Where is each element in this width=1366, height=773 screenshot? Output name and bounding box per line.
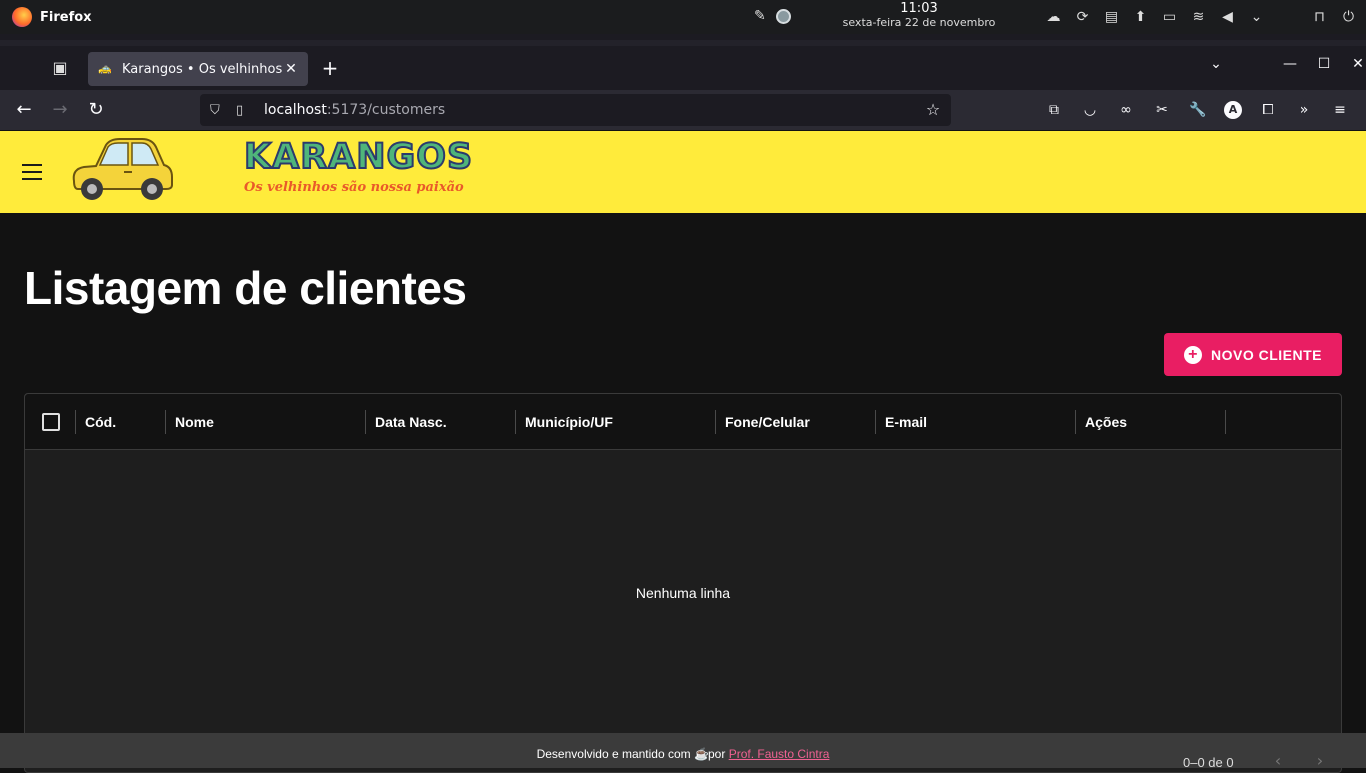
volume-icon[interactable]: ◀ [1218, 8, 1237, 26]
upgrade-icon[interactable]: ⬆ [1131, 8, 1150, 26]
column-header-email[interactable]: E-mail [875, 394, 1075, 450]
empty-grid-message: Nenhuma linha [635, 585, 731, 601]
update-icon[interactable]: ⟳ [1073, 8, 1092, 26]
main-content: Listagem de clientes + NOVO CLIENTE Cód.… [0, 213, 1366, 773]
footer: Desenvolvido e mantido com ☕por Prof. Fa… [0, 733, 1366, 771]
pocket-icon[interactable]: ◡ [1080, 100, 1100, 120]
close-tab-icon[interactable]: ✕ [284, 61, 298, 77]
karangos-logo[interactable]: KARANGOS Os velhinhos são nossa paixão [68, 133, 473, 207]
reload-icon[interactable]: ↻ [84, 98, 108, 122]
car-logo-icon [72, 138, 173, 200]
url-path: :5173/customers [326, 102, 446, 118]
tab-active[interactable]: 🚕 Karangos • Os velhinhos s ✕ [88, 52, 308, 86]
more-tools-icon[interactable]: » [1294, 100, 1314, 120]
column-header-city-state[interactable]: Município/UF [515, 394, 715, 450]
app-name: Firefox [40, 9, 92, 25]
minimize-icon[interactable]: — [1280, 56, 1300, 72]
prev-page-icon[interactable]: ‹ [1268, 751, 1288, 771]
close-window-icon[interactable]: ✕ [1348, 56, 1366, 72]
new-customer-label: NOVO CLIENTE [1210, 346, 1322, 363]
footer-text-by: por [708, 747, 726, 761]
url-host: localhost [264, 102, 327, 118]
lock-icon[interactable]: ⊓ [1310, 8, 1329, 26]
author-link[interactable]: Prof. Fausto Cintra [729, 747, 830, 761]
wrench-icon[interactable]: 🔧 [1188, 100, 1208, 120]
chevron-down-icon[interactable]: ⌄ [1247, 8, 1266, 26]
grid-header: Cód. Nome Data Nasc. Município/UF Fone/C… [25, 394, 1341, 450]
footer-text-before: Desenvolvido e mantido com [536, 747, 691, 761]
coffee-icon: ☕ [694, 747, 709, 761]
system-tray: ☁ ⟳ ▤ ⬆ ▭ ≋ ◀ ⌄ ⊓ ⏻ [1044, 8, 1358, 26]
select-all-checkbox[interactable] [42, 413, 60, 431]
mask-icon[interactable]: ∞ [1116, 100, 1136, 120]
new-customer-button[interactable]: + NOVO CLIENTE [1164, 333, 1342, 376]
clock-time: 11:03 [900, 1, 938, 16]
url-bar[interactable]: ⛉ ▯ localhost:5173/customers ☆ [200, 94, 951, 126]
clock-date: sexta-feira 22 de novembro [842, 16, 996, 29]
navigation-toolbar: ← → ↻ ⛉ ▯ localhost:5173/customers ☆ ⧉ ◡… [0, 90, 1366, 130]
shield-icon[interactable]: ⛉ [210, 103, 226, 118]
power-icon[interactable]: ⏻ [1339, 8, 1358, 26]
back-icon[interactable]: ← [12, 98, 36, 122]
clock[interactable]: 11:03 sexta-feira 22 de novembro [836, 2, 1002, 30]
pen-icon[interactable]: ✎ [754, 8, 770, 24]
firefox-icon [12, 7, 32, 27]
customers-data-grid: Cód. Nome Data Nasc. Município/UF Fone/C… [24, 393, 1342, 773]
wifi-icon[interactable]: ≋ [1189, 8, 1208, 26]
column-header-code[interactable]: Cód. [75, 394, 165, 450]
hamburger-menu-icon[interactable] [22, 164, 42, 180]
account-a-icon[interactable]: A [1224, 101, 1242, 119]
logo-subtitle: Os velhinhos são nossa paixão [244, 180, 464, 195]
page-title: Listagem de clientes [24, 262, 467, 314]
maximize-icon[interactable]: ☐ [1314, 56, 1334, 72]
add-circle-icon: + [1183, 345, 1202, 364]
column-header-birth-date[interactable]: Data Nasc. [365, 394, 515, 450]
extensions-toolbar: ⧉ ◡ ∞ ✂ 🔧 A ⧠ » ≡ [1044, 100, 1350, 120]
tabs-row: ▣ 🚕 Karangos • Os velhinhos s ✕ + ⌄ — ☐ … [0, 48, 1366, 90]
weather-icon[interactable]: ☁ [1044, 8, 1063, 26]
new-tab-icon[interactable]: + [318, 56, 342, 80]
battery-icon[interactable]: ▭ [1160, 8, 1179, 26]
extensions-icon[interactable]: ⧠ [1258, 100, 1278, 120]
bookmark-star-icon[interactable]: ☆ [923, 100, 943, 120]
logo-title: KARANGOS [243, 136, 474, 178]
screenshot-icon[interactable]: ✂ [1152, 100, 1172, 120]
next-page-icon[interactable]: › [1310, 751, 1330, 771]
status-dot-icon[interactable] [776, 8, 791, 24]
clipboard-icon[interactable]: ▤ [1102, 8, 1121, 26]
page-info-icon[interactable]: ▯ [236, 103, 252, 118]
tab-list-icon[interactable]: ▣ [48, 54, 72, 82]
forward-icon[interactable]: → [48, 98, 72, 122]
tab-overflow-icon[interactable]: ⌄ [1206, 56, 1226, 72]
menu-icon[interactable]: ≡ [1330, 100, 1350, 120]
reader-icon[interactable]: ⧉ [1044, 100, 1064, 120]
column-header-phone[interactable]: Fone/Celular [715, 394, 875, 450]
column-header-name[interactable]: Nome [165, 394, 365, 450]
column-header-actions[interactable]: Ações [1075, 394, 1225, 450]
os-top-bar: Firefox ✎ 11:03 sexta-feira 22 de novemb… [0, 0, 1366, 34]
tab-title: Karangos • Os velhinhos s [122, 61, 284, 77]
app-bar: KARANGOS Os velhinhos são nossa paixão [0, 131, 1366, 213]
active-app[interactable]: Firefox [12, 7, 92, 27]
favicon-car-icon: 🚕 [98, 62, 112, 75]
footer-credit: Desenvolvido e mantido com ☕por Prof. Fa… [0, 747, 1366, 761]
